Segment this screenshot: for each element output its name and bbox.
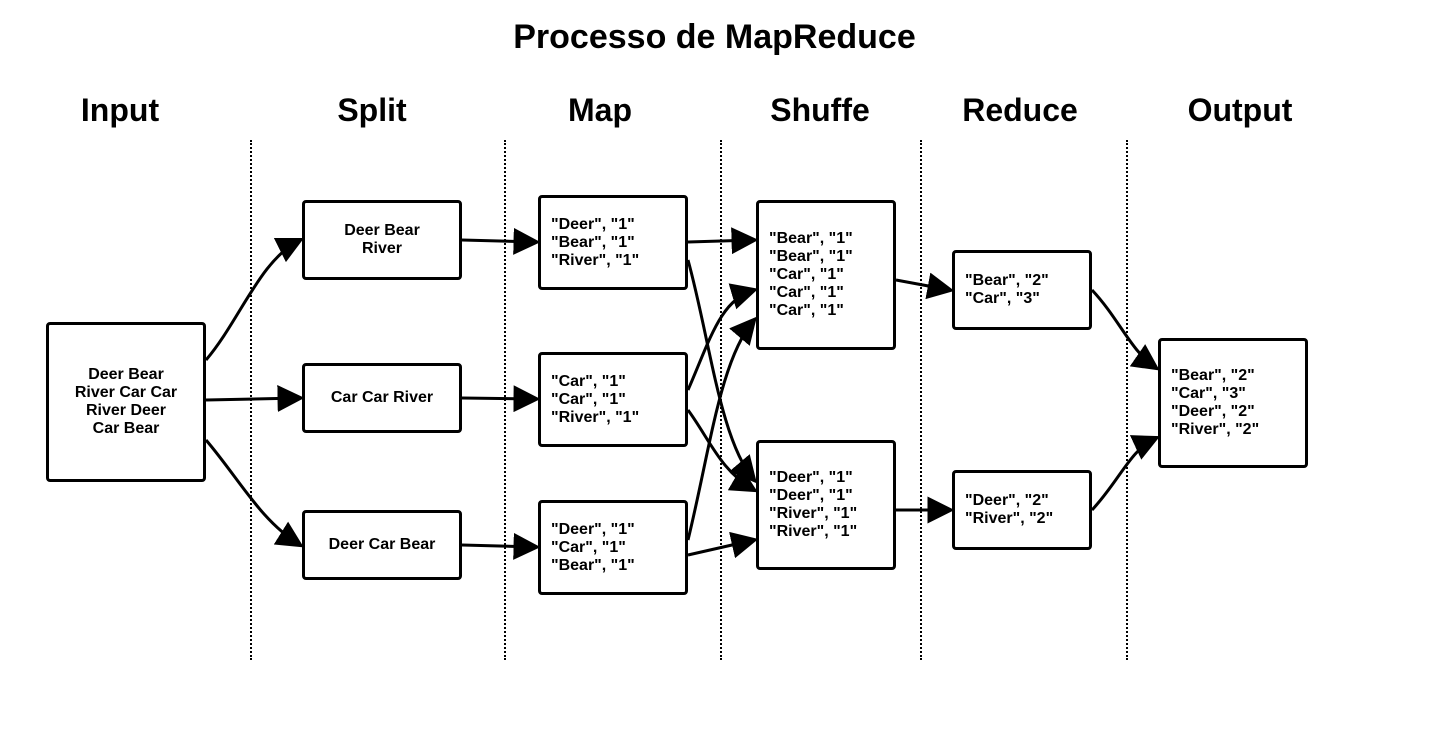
box-text-line: "Car", "3"	[1171, 385, 1246, 403]
box-text-line: "Bear", "1"	[769, 248, 853, 266]
map-box: "Car", "1""Car", "1""River", "1"	[538, 352, 688, 447]
split-box: Deer BearRiver	[302, 200, 462, 280]
box-text-line: "Car", "1"	[769, 266, 844, 284]
input-box: Deer BearRiver Car CarRiver DeerCar Bear	[46, 322, 206, 482]
split-box: Car Car River	[302, 363, 462, 433]
diagram-title: Processo de MapReduce	[0, 18, 1429, 57]
box-text-line: "Bear", "2"	[965, 272, 1049, 290]
map-box: "Deer", "1""Bear", "1""River", "1"	[538, 195, 688, 290]
box-text-line: "Deer", "2"	[1171, 403, 1255, 421]
box-text-line: "River", "2"	[965, 510, 1053, 528]
box-text-line: "Car", "1"	[551, 373, 626, 391]
box-text-line: "River", "1"	[769, 505, 857, 523]
box-text-line: River	[362, 240, 402, 258]
box-text-line: "River", "1"	[551, 252, 639, 270]
box-text-line: "Car", "1"	[769, 284, 844, 302]
map-box: "Deer", "1""Car", "1""Bear", "1"	[538, 500, 688, 595]
diagram-canvas: Processo de MapReduce Input Split Map Sh…	[0, 0, 1429, 736]
box-text-line: "Bear", "1"	[551, 234, 635, 252]
box-text-line: "River", "1"	[769, 523, 857, 541]
box-text-line: "Deer", "1"	[551, 216, 635, 234]
stage-label-input: Input	[81, 92, 159, 129]
stage-separator	[504, 140, 506, 660]
stage-separator	[720, 140, 722, 660]
box-text-line: "Car", "1"	[551, 391, 626, 409]
box-text-line: Car Bear	[93, 420, 160, 438]
box-text-line: "Car", "1"	[769, 302, 844, 320]
box-text-line: Deer Car Bear	[329, 536, 436, 554]
box-text-line: "Deer", "2"	[965, 492, 1049, 510]
stage-separator	[920, 140, 922, 660]
box-text-line: "Car", "1"	[551, 539, 626, 557]
output-box: "Bear", "2""Car", "3""Deer", "2""River",…	[1158, 338, 1308, 468]
box-text-line: "Deer", "1"	[769, 487, 853, 505]
box-text-line: "Deer", "1"	[769, 469, 853, 487]
shuffle-box: "Deer", "1""Deer", "1""River", "1""River…	[756, 440, 896, 570]
box-text-line: "Deer", "1"	[551, 521, 635, 539]
stage-label-map: Map	[568, 92, 632, 129]
box-text-line: Deer Bear	[88, 366, 164, 384]
box-text-line: Deer Bear	[344, 222, 420, 240]
reduce-box: "Deer", "2""River", "2"	[952, 470, 1092, 550]
stage-label-reduce: Reduce	[962, 92, 1078, 129]
split-box: Deer Car Bear	[302, 510, 462, 580]
box-text-line: "Bear", "2"	[1171, 367, 1255, 385]
stage-label-output: Output	[1188, 92, 1293, 129]
shuffle-box: "Bear", "1""Bear", "1""Car", "1""Car", "…	[756, 200, 896, 350]
stage-separator	[1126, 140, 1128, 660]
stage-label-split: Split	[337, 92, 406, 129]
box-text-line: Car Car River	[331, 389, 433, 407]
box-text-line: "River", "1"	[551, 409, 639, 427]
box-text-line: "Bear", "1"	[551, 557, 635, 575]
stage-label-shuffle: Shuffe	[770, 92, 870, 129]
reduce-box: "Bear", "2""Car", "3"	[952, 250, 1092, 330]
box-text-line: River Deer	[86, 402, 166, 420]
box-text-line: "Bear", "1"	[769, 230, 853, 248]
stage-separator	[250, 140, 252, 660]
box-text-line: River Car Car	[75, 384, 177, 402]
box-text-line: "Car", "3"	[965, 290, 1040, 308]
box-text-line: "River", "2"	[1171, 421, 1259, 439]
